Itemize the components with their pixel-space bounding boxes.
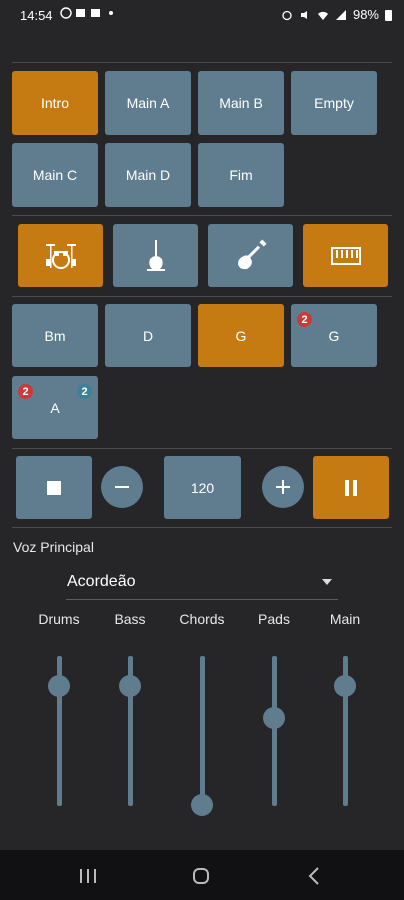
battery-icon <box>385 9 392 21</box>
battery-percent: 98% <box>352 7 379 22</box>
style-main-d-button[interactable]: Main D <box>105 143 191 207</box>
style-main-b-button[interactable]: Main B <box>198 71 284 135</box>
style-label: Main D <box>125 167 171 183</box>
back-icon[interactable] <box>308 867 320 885</box>
style-label: Fim <box>229 167 253 183</box>
style-label: Main A <box>126 95 170 111</box>
mixer-channel-label: Bass <box>114 611 146 627</box>
divider <box>12 296 392 297</box>
style-main-a-button[interactable]: Main A <box>105 71 191 135</box>
style-label: Main C <box>32 167 78 183</box>
android-nav-bar <box>0 850 404 900</box>
acoustic-guitar-icon <box>237 238 267 269</box>
style-intro-button[interactable]: Intro <box>12 71 98 135</box>
mixer-channel-label: Main <box>329 611 361 627</box>
divider <box>12 448 392 449</box>
style-label: Intro <box>40 95 69 111</box>
status-time: 14:54 <box>20 8 53 23</box>
alarm-icon <box>282 10 292 20</box>
tempo-decrease-button[interactable] <box>101 466 143 508</box>
chord-label: A <box>50 399 60 416</box>
notification-icons <box>60 7 117 19</box>
chord-bm-button[interactable]: Bm <box>12 304 98 367</box>
stop-button[interactable] <box>16 456 92 519</box>
mixer-slider-thumb[interactable] <box>191 794 213 816</box>
chord-badge: 2 <box>297 312 312 327</box>
chord-label: Bm <box>44 327 66 344</box>
teams-icon <box>76 9 85 17</box>
drum-kit-icon <box>45 243 76 269</box>
status-bar: 14:54 98% <box>0 0 404 30</box>
divider <box>12 62 392 63</box>
mixer-slider-track[interactable] <box>199 656 205 806</box>
chord-g-variant-button[interactable]: G 2 <box>291 304 377 367</box>
system-icons: 98% <box>281 7 392 22</box>
style-label: Main B <box>219 95 263 111</box>
instrument-drums-button[interactable] <box>18 224 103 287</box>
pause-button[interactable] <box>313 456 389 519</box>
divider <box>12 527 392 528</box>
mixer-slider-thumb[interactable] <box>119 675 141 698</box>
chord-badge: 2 <box>77 384 92 399</box>
voice-label: Voz Principal <box>13 539 94 555</box>
wifi-icon <box>317 11 328 20</box>
chord-label: G <box>328 327 340 344</box>
mixer-slider-thumb[interactable] <box>334 675 356 698</box>
chord-d-button[interactable]: D <box>105 304 191 367</box>
mixer-channel-label: Drums <box>38 611 80 627</box>
keyboard-icon <box>330 246 361 265</box>
instrument-bass-button[interactable] <box>113 224 198 287</box>
instrument-guitar-button[interactable] <box>208 224 293 287</box>
pause-icon <box>345 479 357 496</box>
instrument-keyboard-button[interactable] <box>303 224 388 287</box>
dot-icon <box>109 11 113 15</box>
style-empty-button[interactable]: Empty <box>291 71 377 135</box>
mute-icon <box>300 10 307 19</box>
chord-badge: 2 <box>18 384 33 399</box>
signal-icon <box>335 9 346 20</box>
plus-icon <box>276 480 290 494</box>
tempo-increase-button[interactable] <box>262 466 304 508</box>
mixer-channel-label: Pads <box>258 611 290 627</box>
style-main-c-button[interactable]: Main C <box>12 143 98 207</box>
chord-a-button[interactable]: A 2 2 <box>12 376 98 439</box>
chevron-down-icon <box>322 579 332 585</box>
tempo-value: 120 <box>190 479 215 496</box>
chord-g-button[interactable]: G <box>198 304 284 367</box>
mixer-slider-thumb[interactable] <box>263 707 285 729</box>
tempo-display[interactable]: 120 <box>164 456 241 519</box>
voice-selected-value: Acordeão <box>67 573 136 590</box>
mixer-channel-label: Chords <box>179 611 225 627</box>
stop-icon <box>47 480 61 495</box>
home-icon[interactable] <box>192 867 210 885</box>
teams-icon <box>91 9 100 17</box>
upright-bass-icon <box>146 239 165 271</box>
chord-label: G <box>235 327 247 344</box>
style-fim-button[interactable]: Fim <box>198 143 284 207</box>
recent-apps-icon[interactable] <box>79 868 97 884</box>
whatsapp-icon <box>60 7 72 19</box>
chord-label: D <box>142 327 154 344</box>
mixer-slider-thumb[interactable] <box>48 675 70 698</box>
style-label: Empty <box>314 95 354 111</box>
voice-select[interactable]: Acordeão <box>66 568 338 600</box>
divider <box>12 215 392 216</box>
mixer-slider-track[interactable] <box>271 656 277 806</box>
minus-icon <box>115 486 129 488</box>
